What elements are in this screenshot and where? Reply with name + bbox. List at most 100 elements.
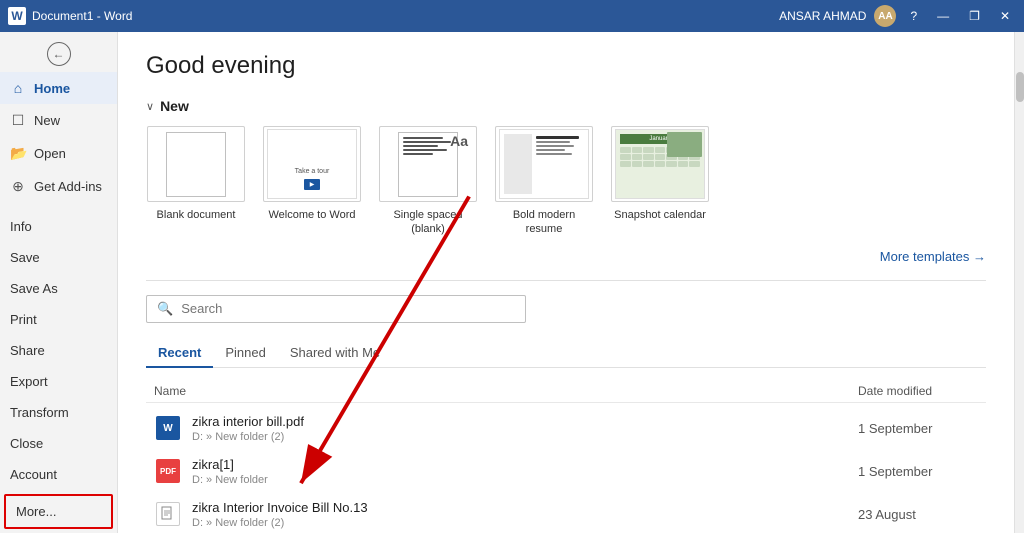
tab-recent[interactable]: Recent xyxy=(146,339,213,368)
file-list-header: Name Date modified xyxy=(146,380,986,403)
file-row[interactable]: W zikra interior bill.pdf D: » New folde… xyxy=(146,407,986,450)
addins-icon: ⊕ xyxy=(10,178,26,195)
template-blank[interactable]: Blank document xyxy=(146,126,246,237)
content-area: Good evening ∨ New Blank document Take a… xyxy=(118,32,1014,533)
file-icon-word: W xyxy=(154,414,182,442)
scrollbar-thumb[interactable] xyxy=(1016,72,1024,102)
resume-name-line xyxy=(536,136,579,139)
sidebar-item-close[interactable]: Close xyxy=(0,428,117,459)
template-bold-resume[interactable]: Bold modern resume xyxy=(494,126,594,237)
info-label: Info xyxy=(10,219,32,234)
app-title: Document1 - Word xyxy=(32,9,132,23)
resume-line-4 xyxy=(536,149,565,151)
sidebar-more-box: More... xyxy=(4,494,113,529)
sidebar-item-save[interactable]: Save xyxy=(0,242,117,273)
ss-line-1 xyxy=(403,137,443,139)
sidebar-new-label: New xyxy=(34,113,60,128)
sidebar-item-saveas[interactable]: Save As xyxy=(0,273,117,304)
avatar[interactable]: AA xyxy=(874,5,896,27)
resume-line-3 xyxy=(536,145,574,147)
save-label: Save xyxy=(10,250,40,265)
calendar-preview: January xyxy=(615,129,705,199)
share-label: Share xyxy=(10,343,45,358)
file-date-3: 23 August xyxy=(858,507,978,522)
scrollbar[interactable] xyxy=(1014,32,1024,533)
titlebar-right: ANSAR AHMAD AA ? — ❐ ✕ xyxy=(779,5,1016,27)
resume-line-5 xyxy=(536,153,572,155)
back-button[interactable]: ← xyxy=(0,36,117,72)
main-container: ← ⌂ Home ☐ New 📂 Open ⊕ Get Add-ins Info… xyxy=(0,32,1024,533)
file-icon-generic xyxy=(154,500,182,528)
sidebar-item-new[interactable]: ☐ New xyxy=(0,104,117,137)
more-label: More... xyxy=(16,504,56,519)
blank-doc-preview xyxy=(166,132,226,197)
word-logo-letter: W xyxy=(11,9,22,23)
template-calendar-thumb: January xyxy=(611,126,709,202)
template-calendar-name: Snapshot calendar xyxy=(614,208,706,222)
resume-right-col xyxy=(536,134,584,194)
template-single-spaced-name: Single spaced (blank) xyxy=(378,208,478,237)
ss-line-3 xyxy=(403,145,438,147)
sidebar-bottom: Account More... Feedback Options xyxy=(0,459,117,533)
sidebar-item-open[interactable]: 📂 Open xyxy=(0,137,117,170)
help-button[interactable]: ? xyxy=(904,7,923,25)
account-label: Account xyxy=(10,467,57,482)
greeting-title: Good evening xyxy=(146,52,986,80)
tab-shared[interactable]: Shared with Me xyxy=(278,339,392,368)
sidebar-item-account[interactable]: Account xyxy=(0,459,117,490)
sidebar: ← ⌂ Home ☐ New 📂 Open ⊕ Get Add-ins Info… xyxy=(0,32,118,533)
new-section-header: ∨ New xyxy=(146,98,986,114)
ss-aa-icon: Aa xyxy=(450,133,468,149)
tab-pinned[interactable]: Pinned xyxy=(213,339,277,368)
single-spaced-preview xyxy=(398,132,458,197)
search-input[interactable] xyxy=(181,301,515,316)
saveas-label: Save As xyxy=(10,281,58,296)
doc-icon-svg xyxy=(161,506,175,522)
sidebar-addins-label: Get Add-ins xyxy=(34,179,102,194)
template-single-spaced-thumb: Aa xyxy=(379,126,477,202)
ss-line-2 xyxy=(403,141,451,143)
sidebar-item-share[interactable]: Share xyxy=(0,335,117,366)
more-templates-anchor[interactable]: More templates → xyxy=(880,249,986,264)
file-row[interactable]: zikra Interior Invoice Bill No.13 D: » N… xyxy=(146,493,986,533)
file-row[interactable]: PDF zikra[1] D: » New folder 1 September xyxy=(146,450,986,493)
titlebar-left: W Document1 - Word xyxy=(8,7,132,25)
welcome-btn-preview: ▶ xyxy=(304,179,321,190)
file-info-1: zikra interior bill.pdf D: » New folder … xyxy=(192,414,858,443)
template-blank-name: Blank document xyxy=(157,208,236,222)
template-welcome-thumb: Take a tour ▶ xyxy=(263,126,361,202)
pdf-icon: PDF xyxy=(156,459,180,483)
word-logo: W xyxy=(8,7,26,25)
resume-left-col xyxy=(504,134,532,194)
recent-tabs: Recent Pinned Shared with Me xyxy=(146,339,986,368)
sidebar-item-info[interactable]: Info xyxy=(0,211,117,242)
file-name-1: zikra interior bill.pdf xyxy=(192,414,858,429)
new-section-title: New xyxy=(160,98,189,114)
file-info-2: zikra[1] D: » New folder xyxy=(192,457,858,486)
titlebar-minimize-button[interactable]: — xyxy=(931,7,955,25)
file-path-2: D: » New folder xyxy=(192,474,858,486)
templates-grid: Blank document Take a tour ▶ Welcome to … xyxy=(146,126,986,237)
file-path-1: D: » New folder (2) xyxy=(192,431,858,443)
more-templates-link[interactable]: More templates → xyxy=(146,249,986,264)
sidebar-item-transform[interactable]: Transform xyxy=(0,397,117,428)
sidebar-item-print[interactable]: Print xyxy=(0,304,117,335)
template-welcome-name: Welcome to Word xyxy=(268,208,355,222)
template-welcome[interactable]: Take a tour ▶ Welcome to Word xyxy=(262,126,362,237)
sidebar-item-addins[interactable]: ⊕ Get Add-ins xyxy=(0,170,117,203)
template-calendar[interactable]: January Snapshot calendar xyxy=(610,126,710,237)
col-name-header: Name xyxy=(154,384,858,398)
file-name-2: zikra[1] xyxy=(192,457,858,472)
ss-line-4 xyxy=(403,149,447,151)
titlebar-close-button[interactable]: ✕ xyxy=(994,7,1016,25)
sidebar-item-more[interactable]: More... xyxy=(6,496,111,527)
new-section-chevron[interactable]: ∨ xyxy=(146,100,154,113)
sidebar-item-home[interactable]: ⌂ Home xyxy=(0,72,117,104)
open-icon: 📂 xyxy=(10,145,26,162)
search-container[interactable]: 🔍 xyxy=(146,295,526,323)
file-icon-pdf: PDF xyxy=(154,457,182,485)
titlebar-maximize-button[interactable]: ❐ xyxy=(963,7,986,25)
export-label: Export xyxy=(10,374,48,389)
template-single-spaced[interactable]: Aa Single spaced (blank) xyxy=(378,126,478,237)
sidebar-item-export[interactable]: Export xyxy=(0,366,117,397)
